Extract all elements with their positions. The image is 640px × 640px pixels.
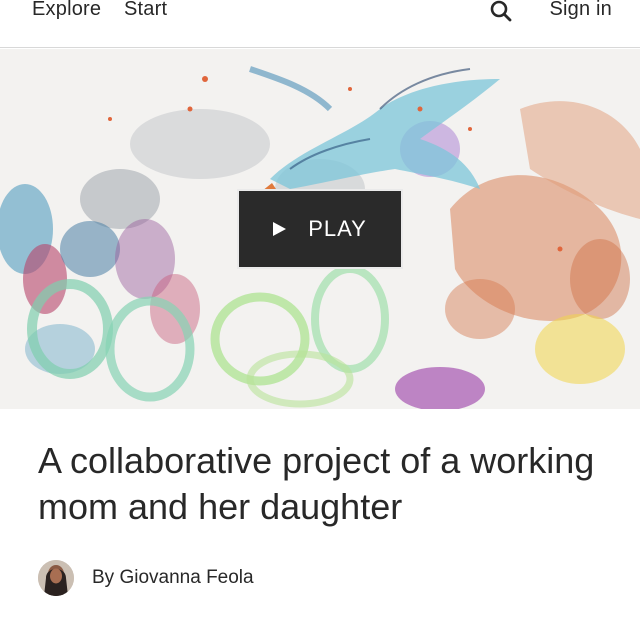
- play-label: PLAY: [308, 216, 367, 241]
- top-nav: Explore Start Sign in: [0, 0, 640, 48]
- sign-in-link[interactable]: Sign in: [549, 0, 612, 22]
- play-button[interactable]: PLAY: [237, 189, 403, 269]
- author-avatar[interactable]: [38, 560, 74, 596]
- hero-artwork[interactable]: PLAY: [0, 49, 640, 409]
- byline: By Giovanna Feola: [38, 558, 254, 598]
- nav-start-link[interactable]: Start: [124, 0, 167, 22]
- nav-explore-link[interactable]: Explore: [32, 0, 101, 22]
- article-title: A collaborative project of a working mom…: [38, 440, 595, 527]
- author-name[interactable]: By Giovanna Feola: [92, 567, 254, 589]
- search-icon[interactable]: [488, 0, 514, 24]
- play-icon: [273, 222, 287, 236]
